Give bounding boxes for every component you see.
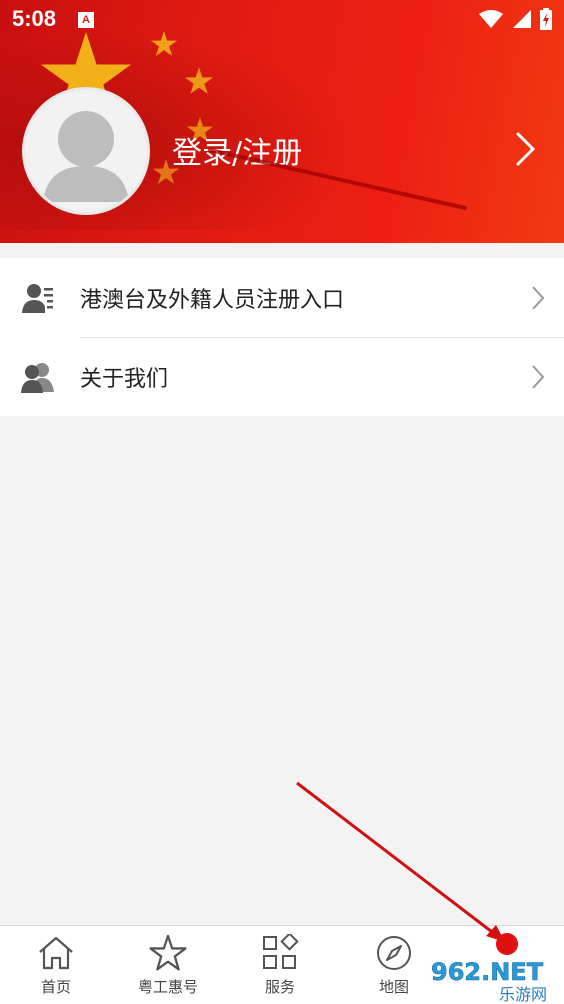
login-register-link[interactable]: 登录/注册 (172, 128, 302, 172)
status-time: 5:08 (12, 6, 57, 31)
nav-tab-label: 首页 (40, 978, 71, 996)
nav-tab-yuegong[interactable]: 粤工惠号 (112, 926, 224, 1004)
grid-diamond-icon (263, 934, 299, 969)
chevron-right-icon (532, 365, 545, 389)
chevron-right-icon (532, 286, 545, 310)
signal-icon (513, 10, 531, 28)
people-icon (21, 363, 54, 393)
a-letter-icon: A (78, 12, 94, 28)
profile-header: 5:08 A 登录/注册 (0, 0, 564, 243)
chevron-right-icon[interactable] (512, 130, 538, 168)
avatar[interactable] (22, 87, 150, 215)
settings-menu: 港澳台及外籍人员注册入口 关于我们 (0, 258, 564, 416)
battery-charging-icon (540, 8, 552, 30)
nav-tab-label: 服务 (264, 978, 295, 996)
menu-item-label: 关于我们 (80, 366, 169, 392)
person-card-icon (22, 284, 53, 313)
default-avatar-icon (43, 111, 129, 202)
star-icon (149, 934, 187, 971)
nav-tab-home[interactable]: 首页 (0, 926, 112, 1004)
site-watermark: 962.NET 乐游网 (425, 952, 564, 1004)
compass-icon (377, 936, 411, 970)
flag-small-star-icon (184, 67, 214, 94)
nav-tab-services[interactable]: 服务 (224, 926, 336, 1004)
menu-item-foreign-registration[interactable]: 港澳台及外籍人员注册入口 (0, 258, 564, 337)
nav-tab-label: 粤工惠号 (137, 978, 198, 996)
menu-item-label: 港澳台及外籍人员注册入口 (80, 287, 345, 313)
watermark-bottom: 乐游网 (499, 985, 547, 1004)
home-icon (39, 936, 73, 970)
menu-item-about-us[interactable]: 关于我们 (0, 337, 564, 416)
status-bar: 5:08 A (0, 0, 564, 40)
watermark-top: 962.NET (431, 958, 544, 986)
wifi-icon (479, 10, 503, 28)
